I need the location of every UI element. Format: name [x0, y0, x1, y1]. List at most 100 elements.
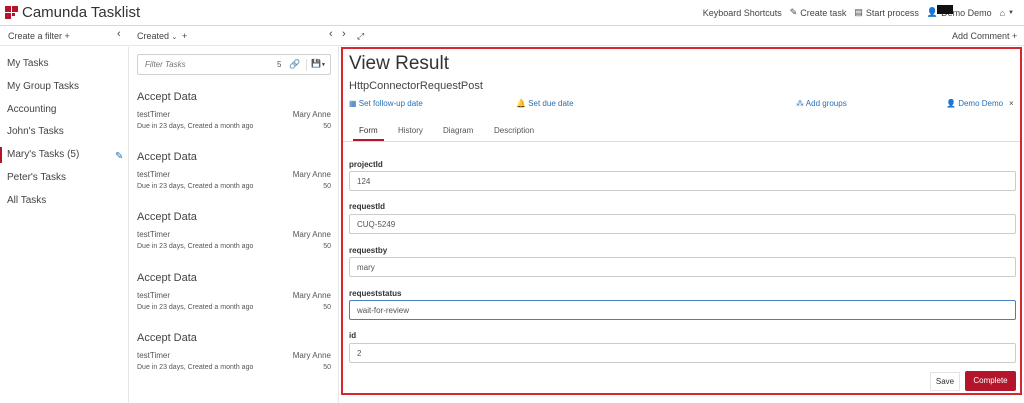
plus-icon: +	[64, 31, 70, 41]
sort-label: Created	[137, 31, 170, 41]
task-card[interactable]: Accept Data testTimer Mary Anne Due in 2…	[137, 272, 331, 320]
sort-button[interactable]: Created ⌄	[137, 31, 177, 41]
plus-icon: +	[1012, 31, 1018, 41]
create-task-link[interactable]: ✎ Create task	[790, 7, 847, 18]
task-priority: 50	[323, 183, 331, 190]
user-icon: 👤	[946, 99, 956, 108]
caret-down-icon: ▼	[1008, 9, 1014, 16]
task-search-box: 5 🔗 💾▼	[137, 54, 331, 75]
app-header: Camunda Tasklist Keyboard Shortcuts ✎ Cre…	[0, 0, 1024, 26]
field-label-requestby: requestby	[349, 246, 388, 255]
filter-count: (5)	[67, 149, 80, 160]
chevron-right-icon[interactable]: ›	[342, 28, 346, 40]
task-name: Accept Data	[137, 211, 197, 223]
assignee-link[interactable]: 👤 Demo Demo	[946, 99, 1003, 108]
create-filter-label: Create a filter	[8, 31, 63, 41]
task-count: 5	[277, 60, 282, 69]
task-process: testTimer	[137, 351, 171, 360]
app-title: Camunda Tasklist	[22, 4, 141, 21]
edit-filter-pencil-icon[interactable]: ✎	[115, 151, 123, 162]
task-card[interactable]: Accept Data testTimer Mary Anne Due in 2…	[137, 151, 331, 199]
chevron-left-icon[interactable]: ‹	[329, 28, 333, 40]
add-groups-label: Add groups	[805, 99, 847, 108]
filter-marys-tasks[interactable]: Mary's Tasks (5)	[0, 147, 79, 163]
link-icon[interactable]: 🔗	[289, 59, 300, 70]
save-search-button[interactable]: 💾▼	[306, 59, 330, 71]
task-due: Due in 23 days, Created a month ago	[137, 243, 254, 250]
add-sort-plus-icon[interactable]: +	[182, 31, 187, 41]
create-task-label: Create task	[800, 7, 847, 18]
task-assignee: Mary Anne	[292, 351, 331, 360]
follow-up-label: Set follow-up date	[358, 99, 423, 108]
task-detail-panel: View Result HttpConnectorRequestPost ▦ S…	[341, 47, 1022, 395]
filter-peters-tasks[interactable]: Peter's Tasks	[7, 172, 66, 183]
chevron-down-icon: ⌄	[171, 34, 178, 41]
filter-johns-tasks[interactable]: John's Tasks	[7, 126, 64, 137]
task-priority: 50	[323, 243, 331, 250]
field-label-projectid: projectId	[349, 160, 383, 169]
collapse-filters-chevron-icon[interactable]: ‹	[117, 28, 121, 40]
task-assignee: Mary Anne	[292, 170, 331, 179]
task-assignee: Mary Anne	[292, 110, 331, 119]
task-list: 5 🔗 💾▼ Accept Data testTimer Mary Anne D…	[129, 47, 339, 403]
task-due: Due in 23 days, Created a month ago	[137, 304, 254, 311]
filter-sidebar: My Tasks My Group Tasks Accounting John'…	[0, 47, 129, 403]
field-label-requestid: requestId	[349, 202, 386, 211]
create-filter-button[interactable]: Create a filter +	[8, 31, 70, 41]
bell-icon: 🔔	[516, 99, 526, 108]
filter-accounting[interactable]: Accounting	[7, 104, 56, 115]
due-date-label: Set due date	[528, 99, 574, 108]
calendar-icon: ▦	[349, 99, 357, 108]
requestby-field[interactable]	[349, 257, 1016, 277]
grid-icon: ⁂	[796, 99, 804, 108]
save-button[interactable]: Save	[930, 372, 960, 391]
filter-my-group-tasks[interactable]: My Group Tasks	[7, 81, 79, 92]
assignee-label: Demo Demo	[958, 99, 1004, 108]
detail-tabs: Form History Diagram Description	[343, 122, 1020, 142]
home-icon: ⌂	[999, 7, 1006, 18]
task-card[interactable]: Accept Data testTimer Mary Anne Due in 2…	[137, 91, 331, 139]
add-comment-button[interactable]: Add Comment +	[952, 31, 1017, 41]
process-name: HttpConnectorRequestPost	[349, 80, 483, 92]
filter-marys-tasks-label: Mary's Tasks	[7, 149, 65, 160]
task-card[interactable]: Accept Data testTimer Mary Anne Due in 2…	[137, 332, 331, 380]
task-priority: 50	[323, 123, 331, 130]
task-card[interactable]: Accept Data testTimer Mary Anne Due in 2…	[137, 211, 331, 259]
tab-description[interactable]: Description	[494, 126, 534, 135]
task-priority: 50	[323, 304, 331, 311]
tab-diagram[interactable]: Diagram	[443, 126, 473, 135]
task-name: Accept Data	[137, 91, 197, 103]
task-name: Accept Data	[137, 272, 197, 284]
caret-down-icon: ▼	[320, 62, 326, 68]
tab-history[interactable]: History	[398, 126, 423, 135]
toolbar: Create a filter + ‹ Created ⌄ + ‹ › ⤢ Ad…	[0, 26, 1024, 46]
remove-assignee-close-icon[interactable]: ×	[1009, 99, 1014, 108]
user-menu[interactable]: 👤 Demo Demo	[927, 5, 992, 18]
start-process-label: Start process	[865, 7, 919, 18]
start-process-link[interactable]: ▤ Start process	[854, 7, 919, 18]
task-process: testTimer	[137, 170, 171, 179]
tab-form[interactable]: Form	[353, 126, 384, 141]
set-due-date-button[interactable]: 🔔 Set due date	[516, 99, 574, 108]
add-comment-label: Add Comment	[952, 31, 1010, 41]
keyboard-shortcuts-link[interactable]: Keyboard Shortcuts	[703, 8, 782, 18]
projectid-field[interactable]	[349, 171, 1016, 191]
task-name: Accept Data	[137, 332, 197, 344]
keyboard-shortcuts-label: Keyboard Shortcuts	[702, 7, 782, 18]
filter-all-tasks[interactable]: All Tasks	[7, 195, 46, 206]
requestid-field[interactable]	[349, 214, 1016, 234]
task-search-input[interactable]	[138, 55, 268, 74]
complete-button[interactable]: Complete	[965, 371, 1016, 391]
id-field[interactable]	[349, 343, 1016, 363]
expand-icon[interactable]: ⤢	[357, 31, 364, 42]
floppy-disk-icon: 💾	[311, 59, 321, 68]
task-priority: 50	[323, 364, 331, 371]
filter-my-tasks[interactable]: My Tasks	[7, 58, 49, 69]
task-title: View Result	[349, 53, 449, 74]
list-icon: ▤	[854, 7, 863, 17]
set-follow-up-date-button[interactable]: ▦ Set follow-up date	[349, 99, 423, 108]
top-nav: Keyboard Shortcuts ✎ Create task ▤ Start p…	[703, 5, 1014, 18]
home-menu[interactable]: ⌂ ▼	[1000, 8, 1014, 18]
requeststatus-field[interactable]	[349, 300, 1016, 320]
add-groups-button[interactable]: ⁂ Add groups	[796, 99, 847, 108]
